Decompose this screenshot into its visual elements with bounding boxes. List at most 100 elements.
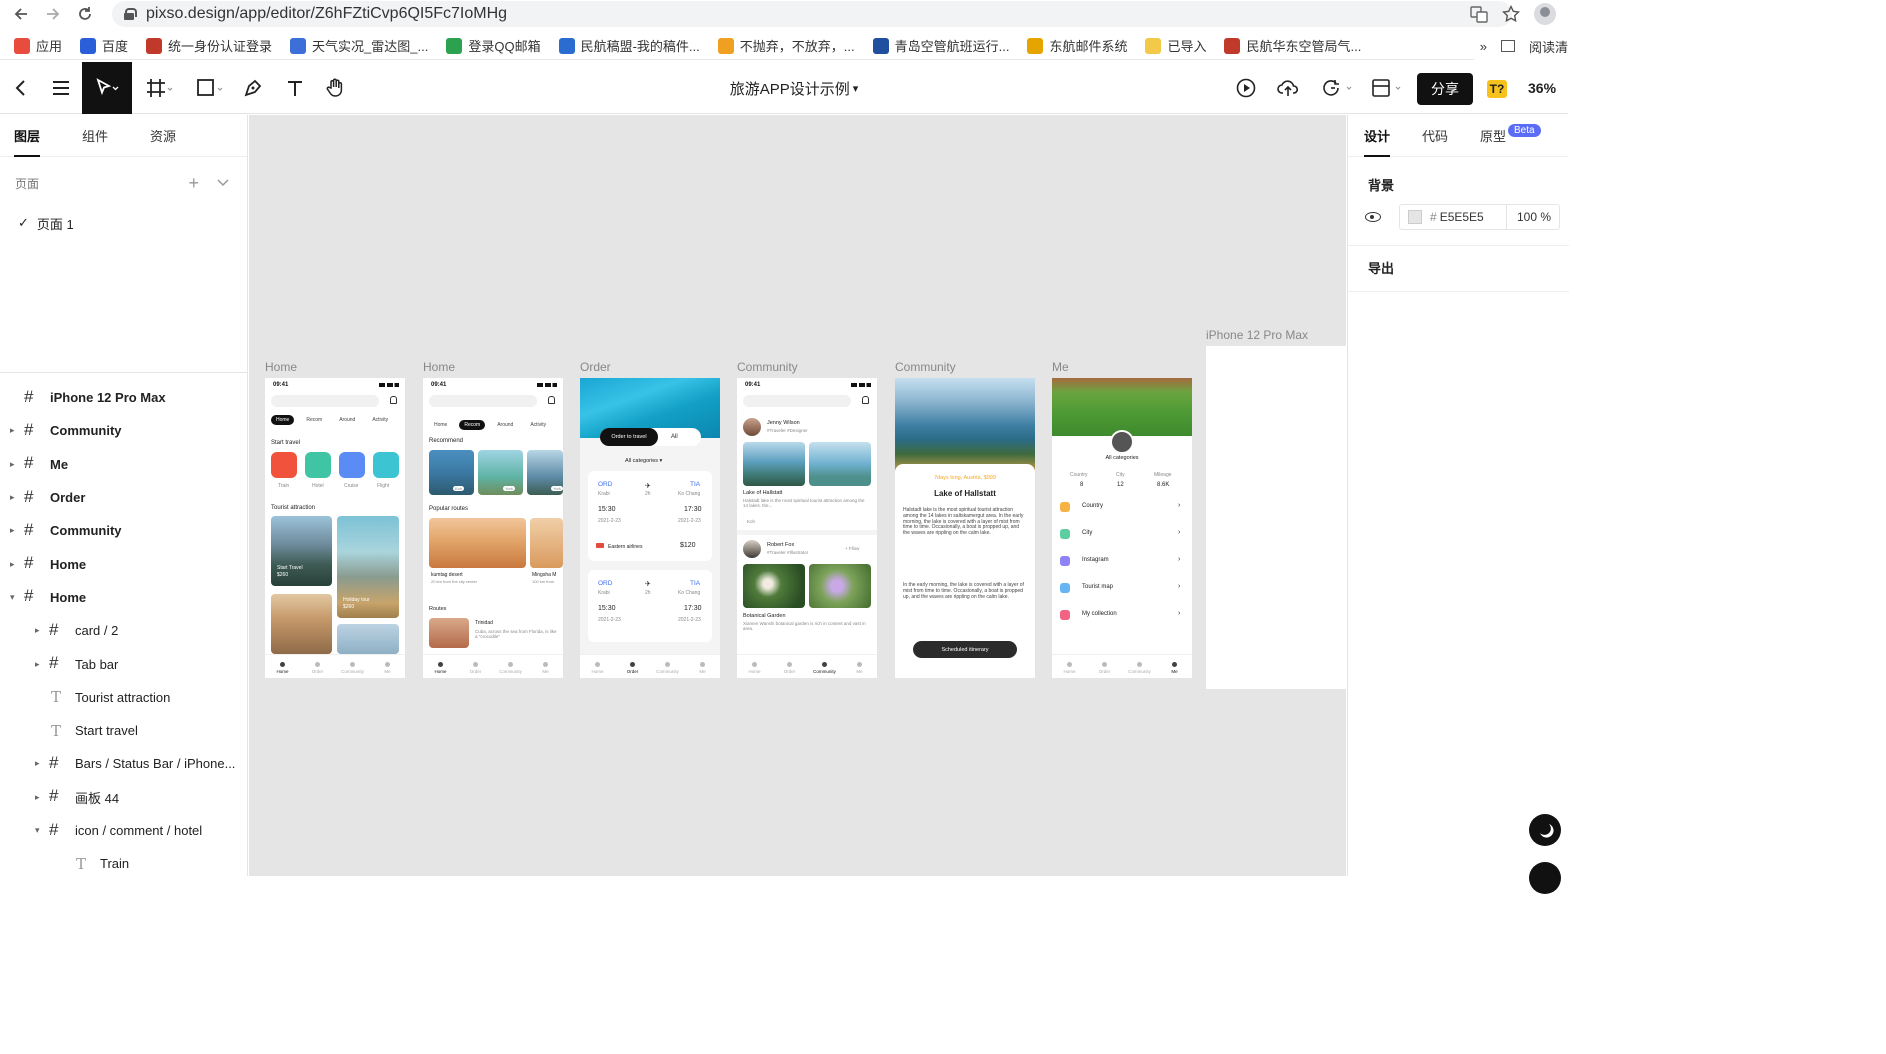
layer-row[interactable]: ▸ Community: [0, 414, 248, 447]
frame-tool-icon[interactable]: [144, 62, 176, 114]
export-section-label[interactable]: 导出: [1368, 258, 1394, 277]
bookmark-item[interactable]: 统一身份认证登录: [146, 36, 272, 55]
back-arrow-icon[interactable]: [10, 3, 32, 25]
chevron-down-icon[interactable]: ▾: [853, 82, 859, 95]
frame-community-detail[interactable]: 7days long, Austria, $999 Lake of Hallst…: [895, 378, 1035, 678]
play-icon[interactable]: [1235, 62, 1257, 114]
zoom-level[interactable]: 36%: [1528, 62, 1556, 114]
design-canvas[interactable]: Home Home Order Community Community Me i…: [249, 115, 1346, 876]
tab-design[interactable]: 设计: [1364, 115, 1391, 157]
translate-icon[interactable]: [1470, 5, 1488, 23]
layer-row[interactable]: ▸ Tab bar: [0, 647, 248, 680]
background-hex[interactable]: E5E5E5: [1440, 210, 1484, 224]
tab-around: Around: [339, 417, 356, 423]
layout-panel-icon[interactable]: [1370, 62, 1406, 114]
bookmark-item[interactable]: 不抛弃，不放弃，...: [717, 36, 855, 55]
reading-list-label[interactable]: 阅读清: [1529, 37, 1568, 56]
layer-row[interactable]: ▸ Order: [0, 481, 248, 514]
file-title[interactable]: 旅游APP设计示例: [730, 78, 850, 99]
layer-row[interactable]: ▸ Me: [0, 448, 248, 481]
layer-row[interactable]: iPhone 12 Pro Max: [0, 381, 248, 414]
hamburger-menu-icon[interactable]: [50, 62, 72, 114]
chevron-right-icon[interactable]: ▸: [35, 792, 45, 803]
bookmark-item[interactable]: 天气实况_雷达图_...: [290, 36, 428, 55]
bookmarks-overflow[interactable]: »: [1480, 39, 1487, 54]
layer-row[interactable]: ▸ Community: [0, 514, 248, 547]
layer-row[interactable]: Train: [0, 847, 248, 880]
bookmark-item[interactable]: 青岛空管航班运行...: [872, 36, 1009, 55]
post-title: Botanical Garden: [743, 613, 786, 619]
chevron-right-icon[interactable]: ▸: [35, 625, 45, 636]
share-button[interactable]: 分享: [1417, 73, 1473, 105]
layer-row[interactable]: ▾ Home: [0, 581, 248, 614]
canyon-photo: [429, 618, 469, 648]
bookmark-item[interactable]: 百度: [80, 36, 128, 55]
chevron-right-icon[interactable]: ▸: [10, 525, 20, 536]
tab-layers[interactable]: 图层: [14, 115, 41, 157]
frame-label-iphone[interactable]: iPhone 12 Pro Max: [1206, 328, 1308, 342]
reading-list-icon[interactable]: [1500, 40, 1515, 52]
forward-arrow-icon[interactable]: [42, 3, 64, 25]
layer-row[interactable]: ▸ Home: [0, 547, 248, 580]
tab-prototype[interactable]: 原型: [1480, 115, 1506, 157]
hand-tool-icon[interactable]: [324, 62, 346, 114]
theme-toggle-button[interactable]: [1529, 814, 1561, 846]
chevron-right-icon[interactable]: ▸: [35, 758, 45, 769]
tab-assets[interactable]: 资源: [150, 115, 176, 157]
bookmark-item[interactable]: 东航邮件系统: [1027, 36, 1127, 55]
back-chevron-icon[interactable]: [10, 62, 32, 114]
frame-label-order[interactable]: Order: [580, 360, 611, 374]
frame-label-home-2[interactable]: Home: [423, 360, 455, 374]
page-item[interactable]: ✓ 页面 1: [0, 209, 247, 237]
frame-home[interactable]: 09:41 Home Recom Around Activity Start t…: [265, 378, 405, 678]
tab-components[interactable]: 组件: [82, 115, 108, 157]
add-page-icon[interactable]: +: [188, 173, 199, 194]
chevron-down-icon[interactable]: ▾: [10, 592, 20, 603]
layer-row[interactable]: ▸ 画板 44: [0, 781, 248, 814]
font-warning-badge[interactable]: T?: [1487, 80, 1507, 98]
bookmark-item[interactable]: 登录QQ邮箱: [446, 36, 541, 55]
chevron-right-icon[interactable]: ▸: [10, 459, 20, 470]
frame-label-home[interactable]: Home: [265, 360, 297, 374]
chevron-right-icon[interactable]: ▸: [10, 425, 20, 436]
frame-home-recom[interactable]: 09:41 Home Recom Around Activity Recomme…: [423, 378, 563, 678]
url-field[interactable]: pixso.design/app/editor/Z6hFZtiCvp6QI5Fc…: [112, 1, 1512, 27]
frame-iphone-12-pro-max[interactable]: [1206, 346, 1346, 689]
pen-tool-icon[interactable]: [242, 62, 264, 114]
color-swatch[interactable]: [1408, 210, 1422, 224]
layer-row[interactable]: Start travel: [0, 714, 248, 747]
rectangle-tool-icon[interactable]: [194, 62, 226, 114]
moon-icon: [1540, 824, 1554, 838]
frame-community[interactable]: 09:41 Jenny Wilson #Traveler #Designer L…: [737, 378, 877, 678]
layer-row[interactable]: ▸ Bars / Status Bar / iPhone...: [0, 747, 248, 780]
bookmark-item[interactable]: 民航稿盟-我的稿件...: [558, 36, 700, 55]
background-color-field[interactable]: # E5E5E5 100 %: [1399, 204, 1560, 230]
chevron-right-icon[interactable]: ▸: [10, 492, 20, 503]
frame-label-me[interactable]: Me: [1052, 360, 1069, 374]
reload-icon[interactable]: [74, 3, 96, 25]
help-button[interactable]: [1529, 862, 1561, 894]
background-opacity[interactable]: 100 %: [1505, 204, 1559, 230]
chevron-right-icon[interactable]: ▸: [35, 659, 45, 670]
bookmark-item[interactable]: 应用: [14, 36, 62, 55]
frame-order[interactable]: Order to travel All All categories ▾ ORD…: [580, 378, 720, 678]
chevron-down-icon[interactable]: ▾: [35, 825, 45, 836]
move-tool-button[interactable]: [82, 62, 132, 114]
layer-row[interactable]: ▸ card / 2: [0, 614, 248, 647]
chevron-right-icon[interactable]: ▸: [10, 559, 20, 570]
profile-avatar-icon[interactable]: [1534, 3, 1556, 25]
upload-cloud-icon[interactable]: [1277, 62, 1299, 114]
layer-row[interactable]: Tourist attraction: [0, 681, 248, 714]
eye-icon[interactable]: [1365, 212, 1381, 222]
text-tool-icon[interactable]: [284, 62, 306, 114]
bookmark-item[interactable]: 已导入: [1145, 36, 1206, 55]
star-icon[interactable]: [1502, 5, 1520, 23]
frame-label-community-2[interactable]: Community: [895, 360, 956, 374]
layer-row[interactable]: ▾ icon / comment / hotel: [0, 814, 248, 847]
chevron-down-icon[interactable]: [217, 179, 229, 187]
frame-me[interactable]: All categories Country 8 City 12 Mileage…: [1052, 378, 1192, 678]
history-icon[interactable]: [1320, 62, 1356, 114]
bookmark-item[interactable]: 民航华东空管局气...: [1224, 36, 1361, 55]
frame-label-community[interactable]: Community: [737, 360, 798, 374]
tab-code[interactable]: 代码: [1422, 115, 1448, 157]
